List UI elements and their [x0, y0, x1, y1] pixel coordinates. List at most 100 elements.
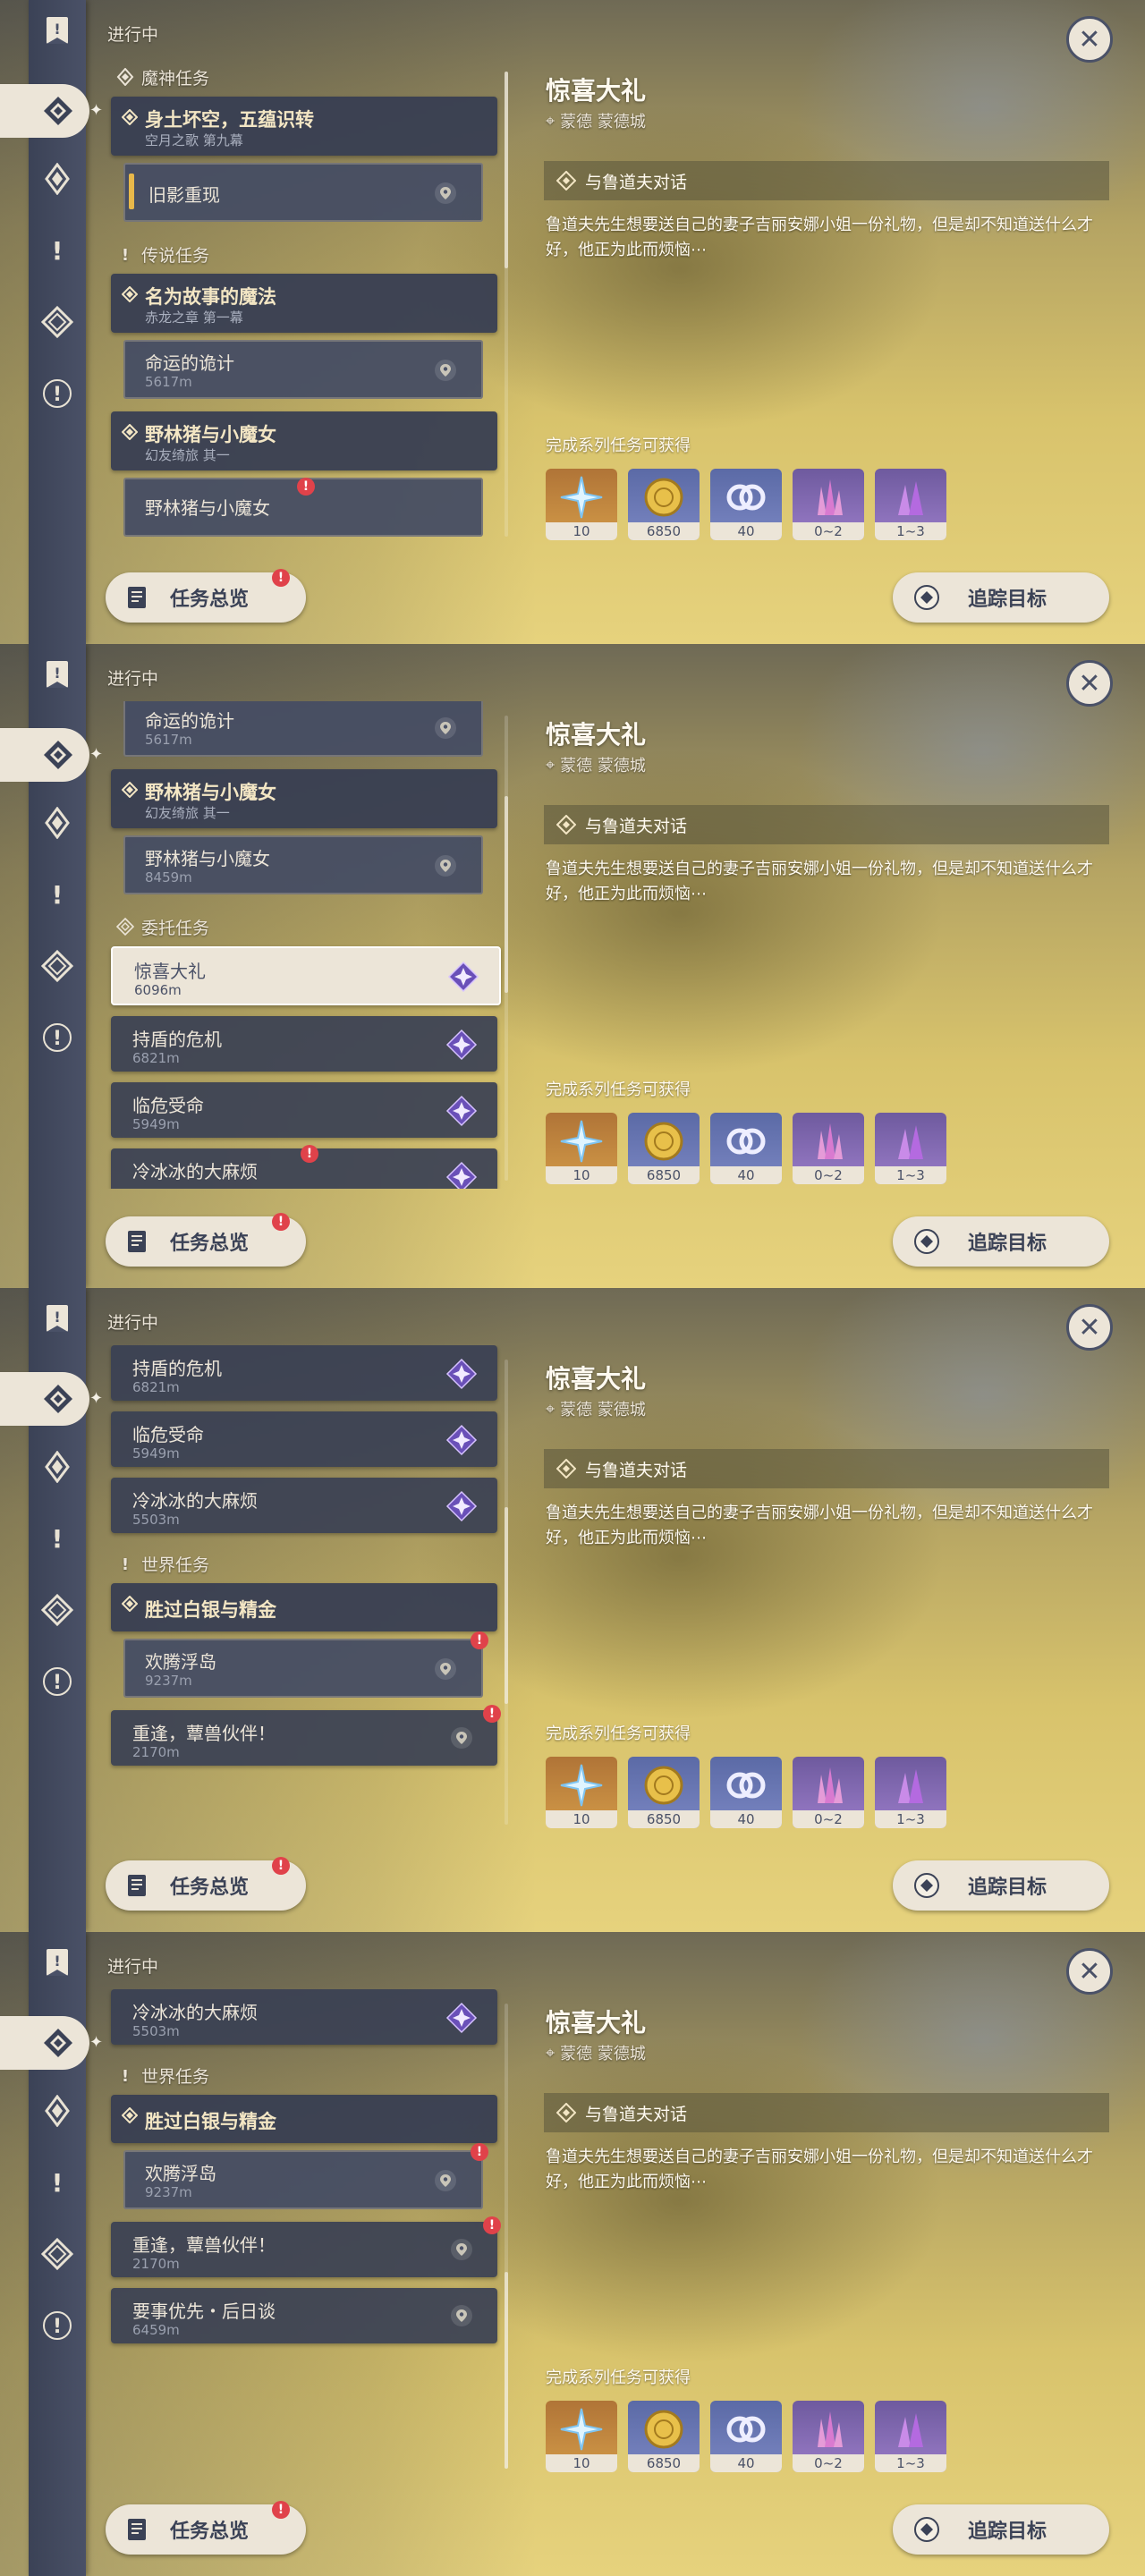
quest-list-scrollbar[interactable] [505, 716, 508, 1181]
map-pin-icon[interactable] [435, 182, 456, 204]
map-pin-icon[interactable] [451, 2305, 472, 2326]
story-quest-filter-button[interactable]: ! [39, 1521, 75, 1556]
quest-list[interactable]: 魔神任务 身土坏空，五蕴识转 空月之歌 第九幕 旧影重现! 传说任务 名为故事的魔法 赤龙之… [104, 57, 506, 545]
commission-quest-item[interactable]: 冷冰冰的大麻烦! [111, 1145, 497, 1189]
map-pin-icon[interactable] [435, 717, 456, 739]
quest-step-item[interactable]: 欢腾浮岛 9237m! [123, 1631, 488, 1698]
reward-item[interactable]: 1~3 [875, 1757, 946, 1828]
archon-quest-filter-button[interactable] [39, 2093, 75, 2129]
close-button[interactable]: ✕ [1066, 16, 1113, 63]
all-quests-filter-button[interactable] [0, 728, 89, 782]
journal-bookmark-icon[interactable]: ! [39, 657, 75, 692]
story-quest-filter-button[interactable]: ! [39, 2165, 75, 2200]
quest-overview-button[interactable]: 任务总览 ! [106, 569, 306, 623]
journal-bookmark-icon[interactable]: ! [39, 1945, 75, 1980]
world-quest-filter-button[interactable]: ! [39, 1664, 75, 1699]
reward-item[interactable]: 10 [546, 469, 617, 540]
commission-quest-item[interactable]: 冷冰冰的大麻烦 5503m [111, 1478, 497, 1533]
track-objective-button[interactable]: 追踪目标 [893, 1860, 1109, 1911]
reward-item[interactable]: 0~2 [793, 1113, 864, 1184]
quest-list[interactable]: 命运的诡计 5617m 野林猪与小魔女 幻友绮旅 其一 野林猪与小魔女 8459m 委托任务… [104, 701, 506, 1189]
scrollbar-thumb[interactable] [505, 796, 508, 993]
journal-bookmark-icon[interactable]: ! [39, 13, 75, 48]
reward-item[interactable]: 6850 [628, 1757, 700, 1828]
commission-filter-button[interactable] [39, 304, 75, 340]
quest-step-item[interactable]: 欢腾浮岛 9237m! [123, 2143, 488, 2209]
quest-step-item[interactable]: 野林猪与小魔女! [123, 478, 483, 537]
commission-filter-button[interactable] [39, 2236, 75, 2272]
quest-overview-button[interactable]: 任务总览 ! [106, 2501, 306, 2555]
quest-series-item[interactable]: 野林猪与小魔女 幻友绮旅 其一 [111, 769, 497, 828]
reward-item[interactable]: 10 [546, 1757, 617, 1828]
close-button[interactable]: ✕ [1066, 1948, 1113, 1995]
commission-quest-item[interactable]: 临危受命 5949m [111, 1411, 497, 1467]
archon-quest-filter-button[interactable] [39, 161, 75, 197]
world-quest-filter-button[interactable]: ! [39, 376, 75, 411]
commission-quest-item[interactable]: 惊喜大礼 6096m [111, 946, 501, 1005]
story-quest-filter-button[interactable]: ! [39, 233, 75, 268]
reward-item[interactable]: 40 [710, 2401, 782, 2472]
reward-item[interactable]: 1~3 [875, 469, 946, 540]
reward-item[interactable]: 40 [710, 469, 782, 540]
quest-list[interactable]: 冷冰冰的大麻烦 5503m! 世界任务 胜过白银与精金 欢腾浮岛 9237m! 重逢，蕈兽伙… [104, 1989, 506, 2477]
commission-quest-item[interactable]: 持盾的危机 6821m [111, 1016, 497, 1072]
close-button[interactable]: ✕ [1066, 1304, 1113, 1351]
reward-item[interactable]: 10 [546, 2401, 617, 2472]
reward-item[interactable]: 10 [546, 1113, 617, 1184]
commission-filter-button[interactable] [39, 948, 75, 984]
close-button[interactable]: ✕ [1066, 660, 1113, 707]
track-objective-button[interactable]: 追踪目标 [893, 572, 1109, 623]
quest-step-item[interactable]: 命运的诡计 5617m [123, 340, 483, 399]
commission-quest-item[interactable]: 冷冰冰的大麻烦 5503m [111, 1989, 497, 2045]
map-pin-icon[interactable] [435, 1658, 456, 1680]
story-quest-filter-button[interactable]: ! [39, 877, 75, 912]
quest-overview-button[interactable]: 任务总览 ! [106, 1857, 306, 1911]
quest-list[interactable]: 持盾的危机 6821m 临危受命 5949m 冷冰冰的大麻烦 5503m! 世界任务 胜过白银… [104, 1345, 506, 1833]
journal-bookmark-icon[interactable]: ! [39, 1301, 75, 1336]
quest-step-item[interactable]: 命运的诡计 5617m [123, 701, 483, 757]
map-pin-icon[interactable] [451, 2239, 472, 2260]
quest-overview-button[interactable]: 任务总览 ! [106, 1213, 306, 1267]
reward-item[interactable]: 1~3 [875, 2401, 946, 2472]
archon-quest-filter-button[interactable] [39, 805, 75, 841]
quest-series-item[interactable]: 名为故事的魔法 赤龙之章 第一幕 [111, 274, 497, 333]
map-pin-icon[interactable] [435, 360, 456, 381]
commission-quest-item[interactable]: 临危受命 5949m [111, 1082, 497, 1138]
scrollbar-thumb[interactable] [505, 1507, 508, 1704]
reward-item[interactable]: 40 [710, 1757, 782, 1828]
quest-step-item[interactable]: 野林猪与小魔女 8459m [123, 835, 483, 894]
quest-series-item[interactable]: 胜过白银与精金 [111, 1583, 497, 1631]
reward-item[interactable]: 0~2 [793, 1757, 864, 1828]
commission-quest-item[interactable]: 重逢，蕈兽伙伴！ 2170m! [111, 2216, 501, 2277]
archon-quest-filter-button[interactable] [39, 1449, 75, 1485]
world-quest-filter-button[interactable]: ! [39, 2308, 75, 2343]
all-quests-filter-button[interactable] [0, 2016, 89, 2070]
map-pin-icon[interactable] [451, 1727, 472, 1749]
reward-item[interactable]: 6850 [628, 2401, 700, 2472]
commission-quest-item[interactable]: 持盾的危机 6821m [111, 1345, 497, 1401]
all-quests-filter-button[interactable] [0, 1372, 89, 1426]
reward-item[interactable]: 6850 [628, 1113, 700, 1184]
reward-item[interactable]: 1~3 [875, 1113, 946, 1184]
track-objective-button[interactable]: 追踪目标 [893, 2504, 1109, 2555]
scrollbar-thumb[interactable] [505, 2272, 508, 2469]
map-pin-icon[interactable] [435, 2170, 456, 2191]
all-quests-filter-button[interactable] [0, 84, 89, 138]
commission-quest-item[interactable]: 重逢，蕈兽伙伴！ 2170m! [111, 1705, 501, 1766]
world-quest-filter-button[interactable]: ! [39, 1020, 75, 1055]
scrollbar-thumb[interactable] [505, 72, 508, 268]
reward-item[interactable]: 6850 [628, 469, 700, 540]
quest-series-item[interactable]: 野林猪与小魔女 幻友绮旅 其一 [111, 411, 497, 470]
quest-step-item[interactable]: 旧影重现 [123, 163, 483, 222]
quest-series-item[interactable]: 身土坏空，五蕴识转 空月之歌 第九幕 [111, 97, 497, 156]
commission-filter-button[interactable] [39, 1592, 75, 1628]
quest-series-item[interactable]: 胜过白银与精金 [111, 2095, 497, 2143]
commission-quest-item[interactable]: 要事优先・后日谈 6459m [111, 2288, 497, 2343]
track-objective-button[interactable]: 追踪目标 [893, 1216, 1109, 1267]
reward-item[interactable]: 40 [710, 1113, 782, 1184]
reward-item[interactable]: 0~2 [793, 2401, 864, 2472]
quest-list-scrollbar[interactable] [505, 1360, 508, 1825]
quest-list-scrollbar[interactable] [505, 2004, 508, 2469]
map-pin-icon[interactable] [435, 855, 456, 877]
reward-item[interactable]: 0~2 [793, 469, 864, 540]
